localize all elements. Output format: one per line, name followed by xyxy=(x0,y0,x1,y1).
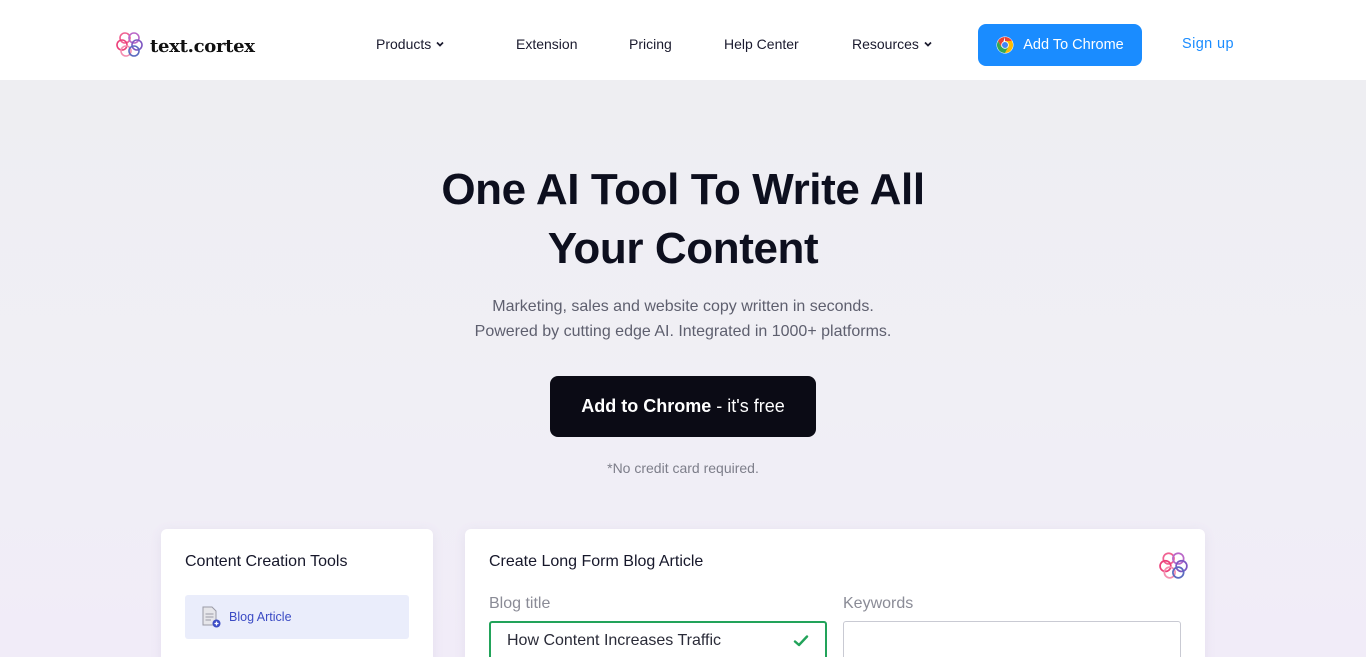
checkmark-icon xyxy=(793,635,809,647)
keywords-input[interactable] xyxy=(843,621,1181,657)
brain-logo-icon xyxy=(1159,551,1189,584)
add-to-chrome-free-button[interactable]: Add to Chrome - it's free xyxy=(550,376,816,437)
nav-extension[interactable]: Extension xyxy=(516,36,577,52)
hero-title-line-1: One AI Tool To Write All xyxy=(441,165,925,214)
chevron-down-icon xyxy=(924,41,932,47)
nav-resources-label: Resources xyxy=(852,36,919,52)
hero-title: One AI Tool To Write All Your Content xyxy=(383,160,983,278)
nav-help-center[interactable]: Help Center xyxy=(724,36,799,52)
blog-card-title: Create Long Form Blog Article xyxy=(489,553,704,570)
nav-pricing[interactable]: Pricing xyxy=(629,36,672,52)
top-navbar: text.cortex Products Extension Pricing H… xyxy=(0,0,1366,80)
logo-text: text.cortex xyxy=(150,36,255,57)
document-add-icon xyxy=(202,606,221,628)
blog-title-input[interactable]: How Content Increases Traffic xyxy=(489,621,827,657)
blog-title-value: How Content Increases Traffic xyxy=(507,632,722,649)
nav-products[interactable]: Products xyxy=(376,36,445,52)
tool-item-blog-article[interactable]: Blog Article xyxy=(185,595,409,639)
blog-article-card: Create Long Form Blog Article Blog title… xyxy=(465,529,1205,657)
keywords-label: Keywords xyxy=(843,595,914,612)
logo[interactable]: text.cortex xyxy=(116,31,255,62)
nav-resources[interactable]: Resources xyxy=(852,36,933,52)
nav-help-center-label: Help Center xyxy=(724,36,799,52)
sign-up-link[interactable]: Sign up xyxy=(1182,36,1234,52)
no-credit-card-note: *No credit card required. xyxy=(607,460,759,476)
add-to-chrome-button[interactable]: Add To Chrome xyxy=(978,24,1142,66)
content-tools-title: Content Creation Tools xyxy=(185,553,348,570)
brain-logo-icon xyxy=(116,31,144,62)
blog-title-label: Blog title xyxy=(489,595,551,612)
nav-extension-label: Extension xyxy=(516,36,578,52)
add-to-chrome-label: Add To Chrome xyxy=(1023,37,1124,53)
chrome-icon xyxy=(996,36,1014,54)
cta-rest-label: - it's free xyxy=(711,396,785,416)
nav-products-label: Products xyxy=(376,36,432,52)
cta-bold-label: Add to Chrome xyxy=(581,396,712,416)
hero-subtitle-line-1: Marketing, sales and website copy writte… xyxy=(492,298,874,315)
content-tools-card: Content Creation Tools Blog Article xyxy=(161,529,433,657)
nav-pricing-label: Pricing xyxy=(629,36,672,52)
tool-item-label: Blog Article xyxy=(229,610,292,624)
hero-title-line-2: Your Content xyxy=(547,224,819,273)
chevron-down-icon xyxy=(436,41,444,47)
hero-subtitle-line-2: Powered by cutting edge AI. Integrated i… xyxy=(474,323,892,340)
